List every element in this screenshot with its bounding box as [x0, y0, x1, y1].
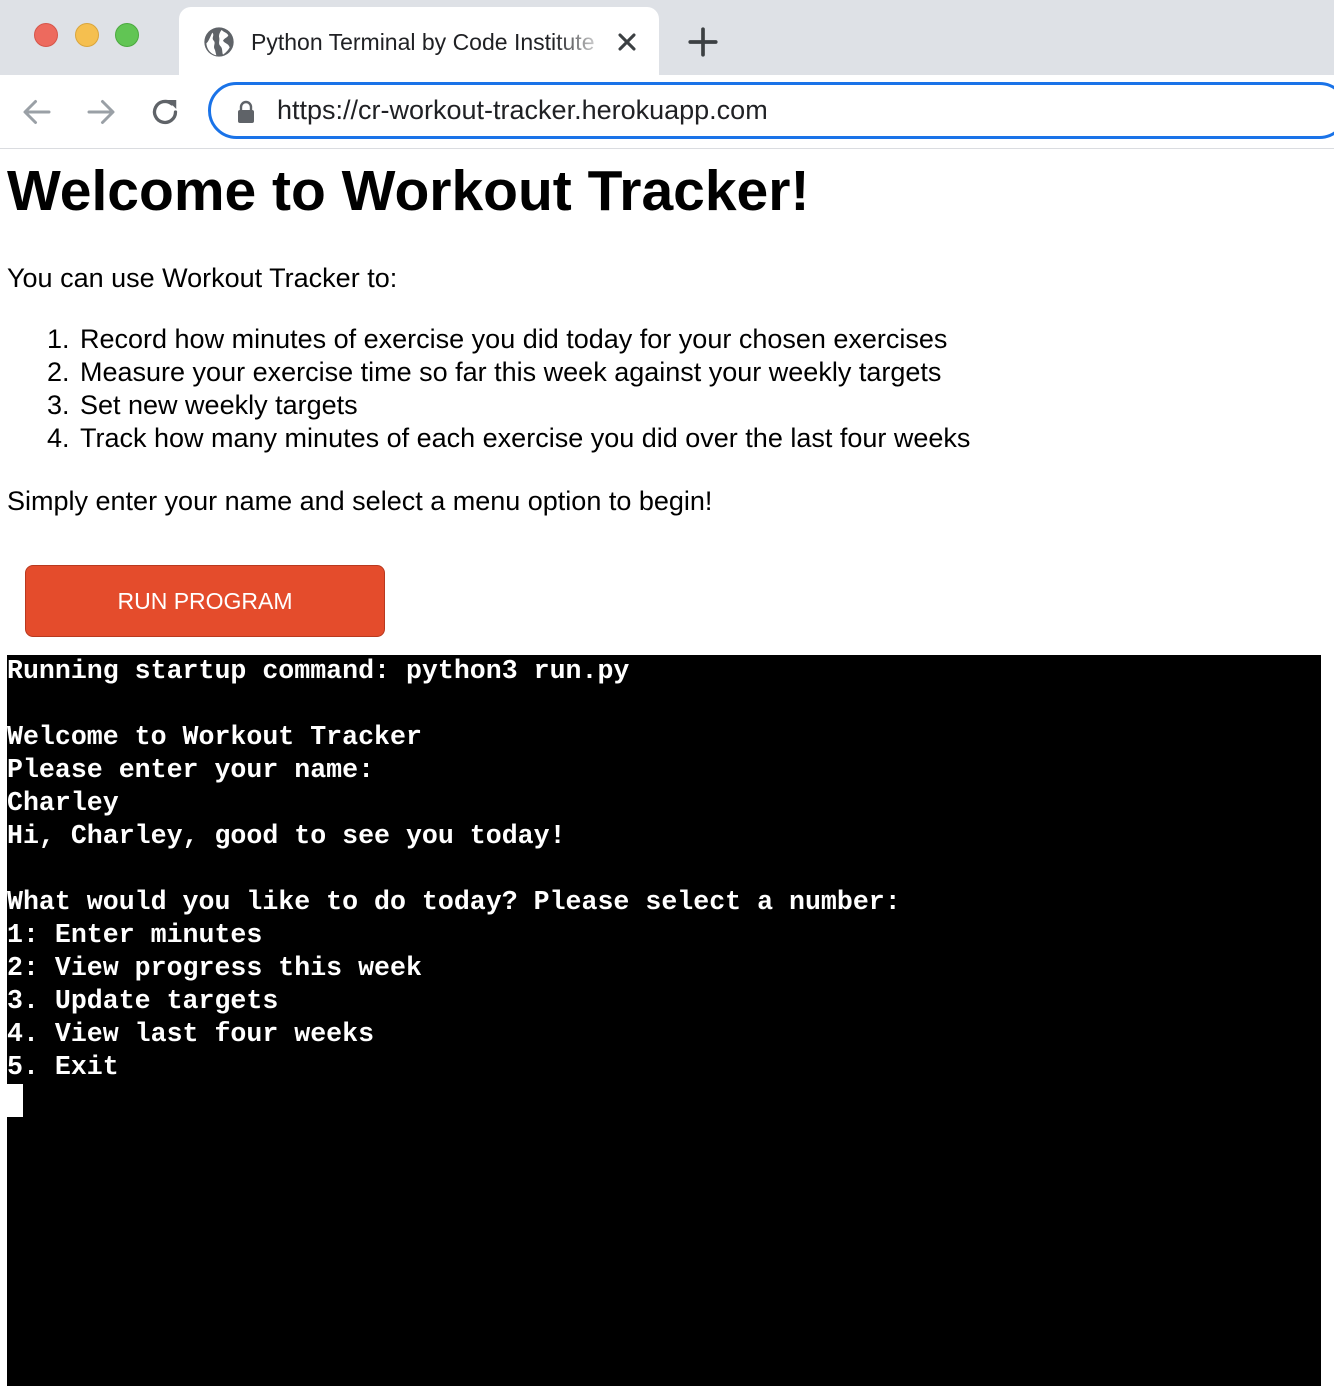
list-item-number: 1.	[47, 324, 70, 354]
feature-list: 1. Record how minutes of exercise you di…	[7, 323, 970, 455]
lock-icon[interactable]	[235, 100, 257, 124]
url-text[interactable]: https://cr-workout-tracker.herokuapp.com	[277, 85, 768, 136]
terminal[interactable]: Running startup command: python3 run.py …	[7, 655, 1321, 1386]
close-icon[interactable]	[613, 28, 641, 56]
intro-text: You can use Workout Tracker to:	[7, 263, 398, 293]
page-title: Welcome to Workout Tracker!	[7, 159, 810, 223]
address-bar[interactable]: https://cr-workout-tracker.herokuapp.com	[208, 82, 1334, 139]
terminal-line: Welcome to Workout Tracker	[7, 722, 422, 752]
list-item-number: 4.	[47, 423, 70, 453]
terminal-line: 2: View progress this week	[7, 953, 422, 983]
browser-tab-active[interactable]: Python Terminal by Code Institute	[179, 7, 659, 75]
arrow-right-icon[interactable]	[83, 94, 119, 130]
list-item-text: Set new weekly targets	[80, 390, 358, 420]
plus-icon[interactable]	[686, 25, 720, 59]
list-item-number: 2.	[47, 357, 70, 387]
terminal-line: 1: Enter minutes	[7, 920, 263, 950]
terminal-line: What would you like to do today? Please …	[7, 887, 901, 917]
tab-strip: Python Terminal by Code Institute	[0, 0, 1334, 75]
terminal-cursor	[7, 1084, 23, 1117]
cta-text: Simply enter your name and select a menu…	[7, 486, 713, 516]
reload-icon[interactable]	[147, 94, 183, 130]
list-item: 3. Set new weekly targets	[7, 389, 970, 422]
list-item-number: 3.	[47, 390, 70, 420]
window-minimize-button[interactable]	[75, 23, 99, 47]
list-item-text: Measure your exercise time so far this w…	[80, 357, 942, 387]
terminal-line: 4. View last four weeks	[7, 1019, 375, 1049]
run-program-button[interactable]: RUN PROGRAM	[25, 565, 385, 637]
list-item-text: Record how minutes of exercise you did t…	[80, 324, 948, 354]
window-maximize-button[interactable]	[115, 23, 139, 47]
arrow-left-icon[interactable]	[19, 94, 55, 130]
terminal-line: 5. Exit	[7, 1052, 119, 1082]
terminal-line: Charley	[7, 788, 119, 818]
terminal-line: Running startup command: python3 run.py	[7, 656, 630, 686]
browser-toolbar: https://cr-workout-tracker.herokuapp.com	[0, 75, 1334, 149]
list-item-text: Track how many minutes of each exercise …	[80, 423, 971, 453]
list-item: 4. Track how many minutes of each exerci…	[7, 422, 970, 455]
terminal-line: Hi, Charley, good to see you today!	[7, 821, 566, 851]
list-item: 2. Measure your exercise time so far thi…	[7, 356, 970, 389]
tab-title: Python Terminal by Code Institute	[251, 29, 595, 55]
globe-icon	[204, 27, 234, 57]
list-item: 1. Record how minutes of exercise you di…	[7, 323, 970, 356]
page-content: Welcome to Workout Tracker! You can use …	[0, 149, 1334, 1386]
terminal-line: 3. Update targets	[7, 986, 279, 1016]
window-close-button[interactable]	[34, 23, 58, 47]
terminal-line: Please enter your name:	[7, 755, 375, 785]
